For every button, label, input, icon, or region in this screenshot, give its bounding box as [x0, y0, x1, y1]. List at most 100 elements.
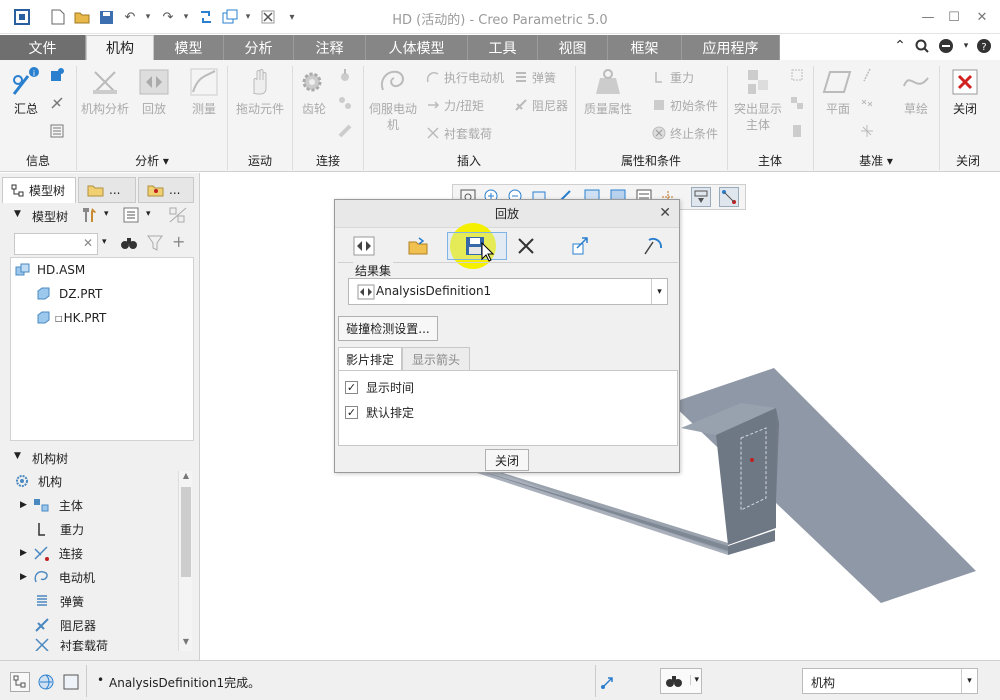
mech-tree-collapse-icon[interactable]: ▼ — [14, 451, 21, 461]
minimize-icon[interactable]: — — [916, 6, 940, 28]
maximize-icon[interactable]: ☐ — [942, 6, 966, 28]
dialog-close-button[interactable]: 关闭 — [485, 449, 529, 471]
mech-item-motors[interactable]: ▶ 电动机 — [20, 567, 95, 587]
delete-results-button[interactable] — [509, 232, 543, 260]
tree-item-asm[interactable]: HD.ASM — [15, 260, 85, 280]
dialog-close-icon[interactable]: ✕ — [659, 205, 671, 221]
datum-point-button[interactable] — [860, 94, 878, 112]
dialog-title-bar[interactable]: 回放 — [335, 200, 679, 228]
browser-toggle-icon[interactable] — [36, 673, 56, 694]
datum-axis-button[interactable] — [860, 66, 878, 84]
tab-mechanism[interactable]: 机构 — [86, 35, 154, 60]
close-icon[interactable]: ✕ — [970, 6, 994, 28]
find-button[interactable]: ▾ — [660, 668, 702, 694]
tab-annotate[interactable]: 注释 — [294, 35, 366, 60]
smart-select-icon[interactable] — [598, 672, 618, 695]
initial-conditions-button[interactable]: 初始条件 — [652, 96, 718, 114]
expand-icon[interactable]: ▶ — [20, 500, 27, 510]
datum-group-label[interactable]: 基准 ▾ — [814, 149, 938, 171]
execute-motor-button[interactable]: 执行电动机 — [426, 68, 504, 86]
help-icon[interactable]: ? — [974, 36, 994, 56]
info-tool-3[interactable] — [50, 122, 68, 140]
damper-button[interactable]: 阻尼器 — [514, 96, 568, 114]
expand-icon[interactable]: ▶ — [20, 548, 27, 558]
tab-view[interactable]: 视图 — [538, 35, 608, 60]
plane-button[interactable]: 平面 — [818, 66, 858, 117]
termination-conditions-button[interactable]: 终止条件 — [652, 124, 718, 142]
result-set-dropdown-icon[interactable]: ▾ — [651, 279, 667, 304]
mechanism-analysis-button[interactable]: 机构分析 — [80, 66, 130, 117]
gravity-button[interactable]: 重力 — [652, 68, 694, 86]
tab-favorites[interactable]: ... — [138, 177, 194, 203]
force-torque-button[interactable]: 力/扭矩 — [426, 96, 484, 114]
scroll-up-icon[interactable]: ▲ — [179, 471, 193, 485]
summary-button[interactable]: i 汇总 — [8, 66, 44, 117]
search-dropdown-icon[interactable]: ▾ — [102, 237, 107, 247]
servo-motor-button[interactable]: 伺服电动机 — [366, 66, 420, 133]
find-binoculars-icon[interactable] — [120, 234, 138, 255]
body-tool-2[interactable] — [790, 94, 808, 112]
measure-button[interactable]: 测量 — [186, 66, 222, 117]
mech-tree-scrollbar[interactable]: ▲ ▼ — [178, 471, 192, 651]
connection-tool-3[interactable] — [338, 122, 356, 140]
analysis-group-label[interactable]: 分析 ▾ — [77, 149, 227, 171]
mech-item-bodies[interactable]: ▶ 主体 — [20, 495, 83, 515]
tab-model[interactable]: 模型 — [154, 35, 224, 60]
export-results-button[interactable] — [563, 232, 597, 260]
tab-model-tree[interactable]: 模型树 — [2, 177, 76, 203]
tab-analysis[interactable]: 分析 — [224, 35, 294, 60]
clear-search-icon[interactable]: ✕ — [83, 236, 93, 250]
find-dropdown-icon[interactable]: ▾ — [690, 675, 699, 685]
coordinate-system-button[interactable] — [860, 122, 878, 140]
mech-item-dampers[interactable]: 阻尼器 — [34, 615, 96, 635]
model-tree-collapse-icon[interactable]: ▼ — [14, 209, 21, 219]
bushing-load-button[interactable]: 衬套载荷 — [426, 124, 492, 142]
tab-movie-schedule[interactable]: 影片排定 — [338, 347, 402, 371]
mech-item-mechanism[interactable]: 机构 — [14, 471, 62, 491]
show-time-checkbox[interactable]: ✓ — [345, 380, 358, 394]
result-set-select[interactable]: AnalysisDefinition1 ▾ — [348, 278, 668, 305]
community-dropdown-icon[interactable]: ▾ — [956, 36, 976, 56]
spring-button[interactable]: 弹簧 — [514, 68, 556, 86]
scroll-down-icon[interactable]: ▼ — [179, 637, 193, 651]
selection-filter-select[interactable]: 机构 ▾ — [802, 668, 978, 694]
settings-list-icon[interactable] — [122, 206, 140, 227]
mech-item-bushings[interactable]: 衬套载荷 — [34, 637, 108, 651]
connection-tool-2[interactable] — [338, 94, 356, 112]
tree-item-hk[interactable]: □ HK.PRT — [35, 308, 106, 328]
expand-icon[interactable]: ▶ — [20, 572, 27, 582]
tree-search-input[interactable]: ✕ — [14, 233, 98, 255]
tab-file[interactable]: 文件 — [0, 35, 86, 60]
body-tool-3[interactable] — [790, 122, 808, 140]
fullscreen-toggle-icon[interactable] — [62, 673, 80, 694]
search-icon[interactable] — [912, 36, 932, 56]
save-results-button[interactable] — [447, 223, 507, 269]
filter-icon[interactable] — [146, 234, 164, 255]
playback-button[interactable]: 回放 — [136, 66, 172, 117]
add-column-icon[interactable]: + — [172, 232, 185, 251]
tab-applications[interactable]: 应用程序 — [682, 35, 780, 60]
default-schedule-row[interactable]: ✓ 默认排定 — [345, 403, 414, 421]
open-results-button[interactable] — [401, 232, 435, 260]
settings-dropdown-icon[interactable]: ▾ — [146, 209, 151, 219]
info-tool-1[interactable] — [50, 66, 68, 84]
collision-settings-button[interactable]: 碰撞检测设置... — [338, 316, 438, 341]
tab-manikin[interactable]: 人体模型 — [366, 35, 468, 60]
tools-dropdown-icon[interactable]: ▾ — [104, 209, 109, 219]
close-mechanism-button[interactable]: 关闭 — [946, 66, 984, 117]
tab-folder-browser[interactable]: ... — [78, 177, 136, 203]
mechanism-display-icon[interactable] — [719, 187, 739, 207]
ptc-community-icon[interactable] — [936, 36, 956, 56]
tree-item-dz[interactable]: DZ.PRT — [35, 284, 102, 304]
body-tool-1[interactable] — [790, 66, 808, 84]
info-tool-2[interactable] — [50, 94, 68, 112]
show-hide-icon[interactable] — [168, 206, 188, 227]
play-button[interactable] — [347, 232, 381, 260]
create-motion-envelope-button[interactable] — [635, 232, 669, 260]
mech-item-springs[interactable]: 弹簧 — [34, 591, 84, 611]
navigator-toggle-icon[interactable] — [10, 672, 30, 692]
drag-components-button[interactable]: 拖动元件 — [232, 66, 288, 117]
collapse-ribbon-icon[interactable]: ⌃ — [890, 36, 910, 56]
mech-item-connections[interactable]: ▶ 连接 — [20, 543, 83, 563]
sketch-button[interactable]: 草绘 — [896, 66, 936, 117]
